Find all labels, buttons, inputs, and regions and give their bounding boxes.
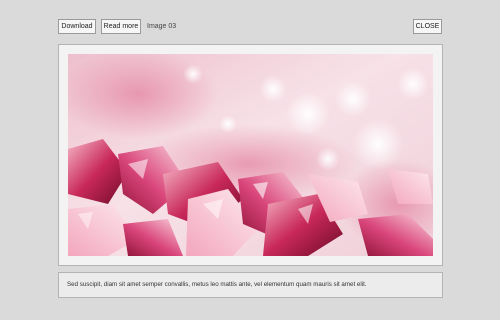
caption-panel: Sed suscipit, diam sit amet semper conva… — [58, 272, 443, 298]
download-button[interactable]: Download — [58, 19, 96, 34]
read-more-button[interactable]: Read more — [101, 19, 141, 34]
caption-text: Sed suscipit, diam sit amet semper conva… — [67, 281, 367, 288]
image-frame — [58, 44, 443, 266]
lightbox-page: Download Read more Image 03 CLOSE Sed su… — [0, 0, 500, 320]
crystals-image — [68, 54, 433, 256]
image-counter: Image 03 — [147, 23, 177, 30]
close-button[interactable]: CLOSE — [413, 19, 442, 34]
pink-crystals-photo[interactable] — [68, 54, 433, 256]
